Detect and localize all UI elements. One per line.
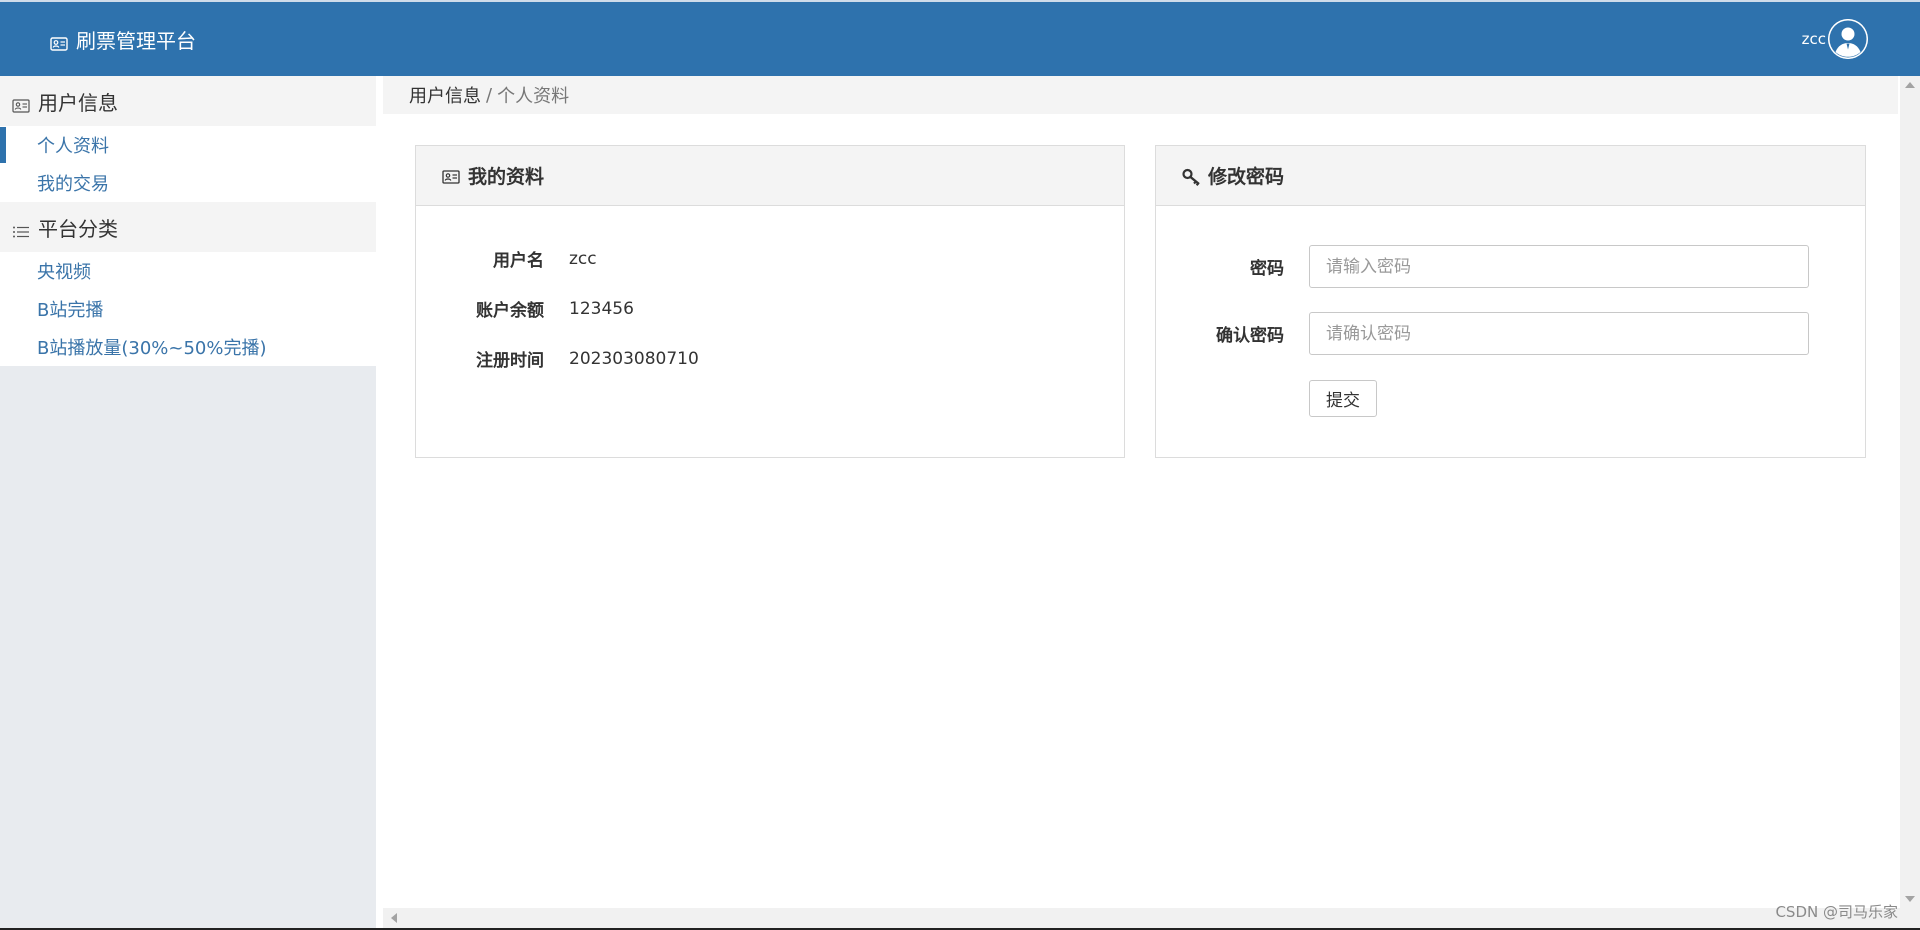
info-value: zcc (569, 248, 597, 269)
vertical-scrollbar[interactable] (1900, 76, 1920, 908)
info-value: 202303080710 (569, 348, 699, 369)
username: zcc (1801, 30, 1826, 48)
sidebar-group-label: 用户信息 (38, 90, 118, 115)
info-value: 123456 (569, 298, 634, 319)
sidebar-item-cctv-video[interactable]: 央视频 (0, 252, 376, 290)
panel-heading: 修改密码 (1156, 146, 1865, 206)
sidebar: 用户信息 个人资料 我的交易 平台分类 央视频 B站完播 B站播放量(30%~5… (0, 76, 376, 930)
breadcrumb-parent[interactable]: 用户信息 (409, 82, 481, 108)
form-row-confirm: 确认密码 (1156, 312, 1809, 355)
panel-title: 我的资料 (468, 166, 545, 188)
info-row-register-time: 注册时间 202303080710 (416, 346, 699, 372)
breadcrumb: 用户信息 / 个人资料 (383, 76, 1898, 114)
sidebar-group-title[interactable]: 平台分类 (0, 202, 376, 252)
user-avatar-icon[interactable] (1828, 19, 1868, 59)
info-row-balance: 账户余额 123456 (416, 296, 634, 322)
change-password-panel: 修改密码 密码 确认密码 提交 (1155, 145, 1866, 458)
sidebar-group-user-info: 用户信息 个人资料 我的交易 (0, 76, 376, 202)
breadcrumb-separator: / (486, 84, 493, 106)
watermark: CSDN @司马乐家 (1775, 903, 1898, 921)
brand[interactable]: 刷票管理平台 (50, 25, 196, 54)
horizontal-scrollbar[interactable] (383, 908, 1920, 928)
sidebar-item-my-transactions[interactable]: 我的交易 (0, 164, 376, 202)
sidebar-item-bilibili-complete[interactable]: B站完播 (0, 290, 376, 328)
info-label: 账户余额 (476, 301, 544, 321)
brand-title: 刷票管理平台 (76, 28, 196, 53)
user-menu[interactable]: zcc (1802, 19, 1868, 59)
sidebar-item-profile[interactable]: 个人资料 (0, 126, 376, 164)
scroll-down-icon[interactable] (1905, 896, 1915, 902)
panel-heading: 我的资料 (416, 146, 1124, 206)
info-label: 用户名 (493, 251, 544, 271)
confirm-password-label: 确认密码 (1216, 326, 1284, 346)
password-label: 密码 (1250, 259, 1284, 279)
main-content: 用户信息 / 个人资料 我的资料 用户名 zcc 账户余额 123456 注册时… (383, 76, 1900, 908)
sidebar-group-title[interactable]: 用户信息 (0, 76, 376, 126)
sidebar-group-platform-category: 平台分类 央视频 B站完播 B站播放量(30%~50%完播) (0, 202, 376, 366)
info-label: 注册时间 (476, 351, 544, 371)
breadcrumb-current: 个人资料 (497, 86, 570, 107)
scroll-left-icon[interactable] (391, 913, 397, 923)
profile-panel: 我的资料 用户名 zcc 账户余额 123456 注册时间 2023030807… (415, 145, 1125, 458)
panel-title: 修改密码 (1208, 166, 1285, 188)
form-row-password: 密码 (1156, 245, 1809, 288)
id-card-icon (12, 94, 30, 113)
top-navbar: 刷票管理平台 zcc (0, 0, 1920, 76)
list-icon (12, 220, 30, 238)
submit-button[interactable]: 提交 (1309, 380, 1377, 417)
sidebar-item-bilibili-views[interactable]: B站播放量(30%~50%完播) (0, 328, 376, 366)
id-card-icon (50, 32, 68, 51)
password-input[interactable] (1309, 245, 1809, 288)
scroll-up-icon[interactable] (1905, 82, 1915, 88)
info-row-username: 用户名 zcc (416, 246, 597, 272)
key-icon (1182, 168, 1200, 186)
confirm-password-input[interactable] (1309, 312, 1809, 355)
sidebar-group-label: 平台分类 (38, 216, 118, 241)
id-card-icon (442, 168, 460, 184)
